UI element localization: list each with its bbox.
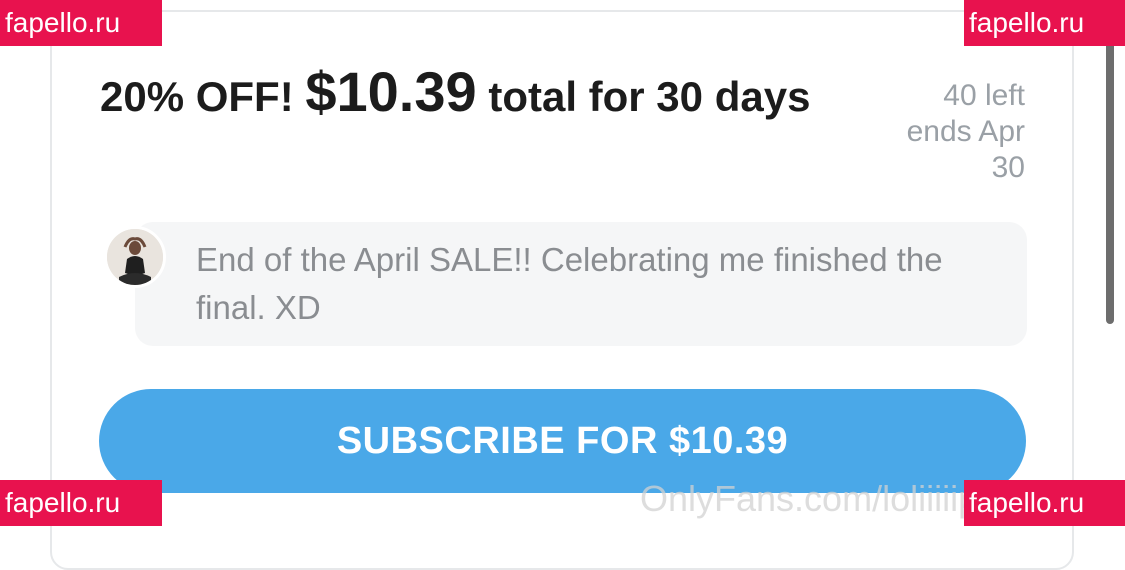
offers-remaining: 40 left xyxy=(943,79,1025,112)
scrollbar[interactable] xyxy=(1106,36,1114,324)
creator-message-text: End of the April SALE!! Celebrating me f… xyxy=(196,241,943,326)
site-watermark-bottom-right: fapello.ru xyxy=(964,480,1125,526)
site-watermark-top-left: fapello.ru xyxy=(0,0,162,46)
offer-title: 20% OFF! $10.39 total for 30 days xyxy=(100,58,820,131)
site-watermark-top-right: fapello.ru xyxy=(964,0,1125,46)
offer-end-date-line2: 30 xyxy=(991,151,1025,184)
avatar-image-icon xyxy=(107,229,163,285)
offer-price: $10.39 xyxy=(305,60,477,123)
avatar[interactable] xyxy=(104,226,166,288)
offer-meta: 40 left ends Apr 30 xyxy=(855,78,1025,186)
site-watermark-bottom-left: fapello.ru xyxy=(0,480,162,526)
offer-end-date-line1: ends Apr xyxy=(906,115,1025,148)
onlyfans-watermark: OnlyFans.com/loliiiiip xyxy=(640,478,979,519)
discount-label: 20% OFF! xyxy=(100,73,294,120)
offer-duration: total for 30 days xyxy=(488,73,811,120)
